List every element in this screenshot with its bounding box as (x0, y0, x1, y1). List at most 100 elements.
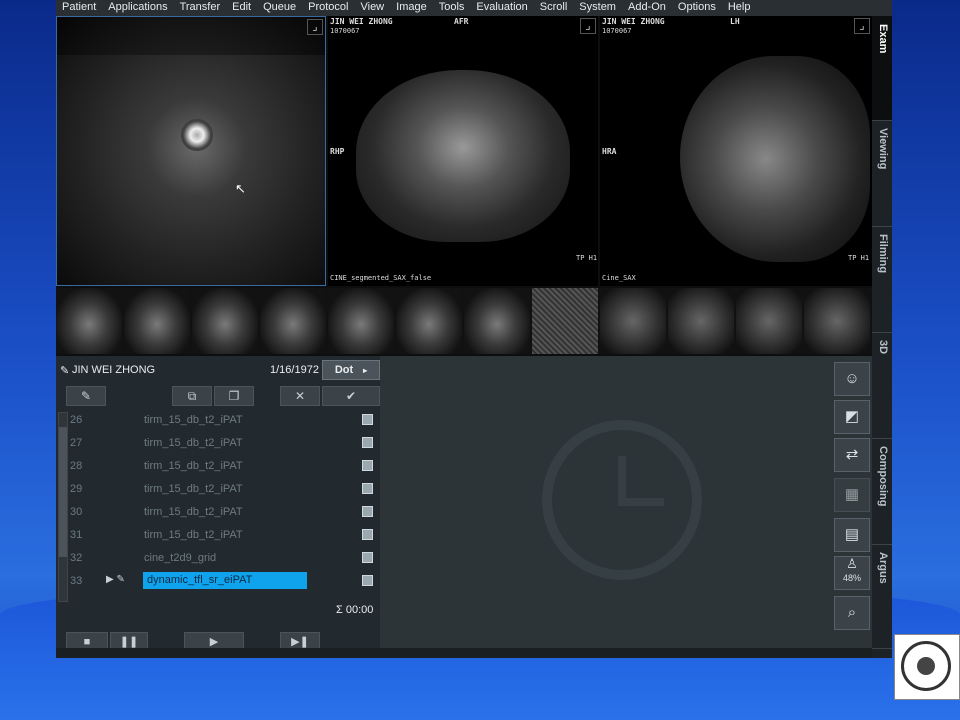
row-protocol-name: tirm_15_db_t2_iPAT (144, 506, 243, 518)
side-tabs: Exam Viewing Filming 3D Composing Argus (872, 16, 892, 658)
viewport-corner-button[interactable]: ⌟ (854, 18, 870, 34)
cancel-button[interactable]: ✕ (280, 386, 320, 406)
queue-row[interactable]: 30 tirm_15_db_t2_iPAT (70, 502, 373, 522)
menu-evaluation[interactable]: Evaluation (470, 0, 533, 16)
menu-queue[interactable]: Queue (257, 0, 302, 16)
grid-icon[interactable]: ▦ (834, 478, 870, 512)
queue-row[interactable]: 27 tirm_15_db_t2_iPAT (70, 433, 373, 453)
queue-row[interactable]: 29 tirm_15_db_t2_iPAT (70, 479, 373, 499)
percent-label: 48% (842, 573, 861, 583)
menu-view[interactable]: View (354, 0, 390, 16)
patient-id-label: 1070067 (330, 27, 360, 35)
viewport-corner-button[interactable]: ⌟ (580, 18, 596, 34)
row-number: 30 (70, 506, 83, 518)
exam-queue-panel: ✎ JIN WEI ZHONG 1/16/1972 Dot ▸ ✎ ⧉ ❐ ✕ ✔… (56, 356, 380, 658)
queue-row[interactable]: 26 tirm_15_db_t2_iPAT (70, 410, 373, 430)
thumbnail[interactable] (396, 288, 462, 354)
menu-patient[interactable]: Patient (56, 0, 102, 16)
mri-image-3 (680, 56, 870, 262)
thumbnail[interactable] (328, 288, 394, 354)
queue-row[interactable]: 31 tirm_15_db_t2_iPAT (70, 525, 373, 545)
sequence-label: Cine_SAX (602, 274, 636, 282)
viewport-1[interactable]: ⌟ ↖ (56, 16, 326, 286)
menu-protocol[interactable]: Protocol (302, 0, 354, 16)
row-status-icon (362, 414, 373, 425)
tab-exam[interactable]: Exam (872, 16, 892, 121)
thumbnail[interactable] (464, 288, 530, 354)
thumbnail[interactable] (600, 288, 666, 354)
menu-scroll[interactable]: Scroll (534, 0, 574, 16)
tab-argus[interactable]: Argus (872, 544, 892, 649)
thumbnail[interactable] (668, 288, 734, 354)
camera-icon[interactable]: ◩ (834, 400, 870, 434)
left-orientation-label: RHP (330, 147, 345, 156)
menu-image[interactable]: Image (390, 0, 433, 16)
patient-transfer-icon[interactable]: ⇄ (834, 438, 870, 472)
queue-scrollbar[interactable] (58, 412, 68, 602)
menu-tools[interactable]: Tools (433, 0, 471, 16)
tp-label: TP H1 (576, 254, 598, 262)
row-status-icon (362, 437, 373, 448)
thumbnail[interactable] (260, 288, 326, 354)
tab-viewing[interactable]: Viewing (872, 120, 892, 227)
pencil-icon: ✎ (60, 365, 70, 377)
apply-button[interactable]: ✔ (322, 386, 380, 406)
window-icon[interactable]: ▤ (834, 518, 870, 552)
menu-help[interactable]: Help (722, 0, 757, 16)
paste-button[interactable]: ❐ (214, 386, 254, 406)
thumbnail[interactable] (192, 288, 258, 354)
row-number: 26 (70, 414, 83, 426)
row-protocol-name[interactable]: dynamic_tfl_sr_eiPAT (143, 572, 307, 589)
thumbnail-strip (56, 288, 872, 354)
menu-applications[interactable]: Applications (102, 0, 173, 16)
row-protocol-name: tirm_15_db_t2_iPAT (144, 483, 243, 495)
zoom-icon[interactable]: ⌕ (834, 596, 870, 630)
menu-add-on[interactable]: Add-On (622, 0, 672, 16)
thumbnail[interactable] (736, 288, 802, 354)
tab-composing[interactable]: Composing (872, 438, 892, 545)
chevron-right-icon: ▸ (363, 366, 368, 375)
viewport-3[interactable]: JIN WEI ZHONG 1070067 LH HRA ⌟ Cine_SAX … (600, 16, 872, 286)
row-protocol-name: tirm_15_db_t2_iPAT (144, 460, 243, 472)
tab-filming[interactable]: Filming (872, 226, 892, 333)
tab-label: Viewing (877, 128, 889, 170)
row-number: 32 (70, 552, 83, 564)
status-bar (56, 648, 872, 658)
menu-options[interactable]: Options (672, 0, 722, 16)
queue-row-selected[interactable]: 33 ▶ ✎ dynamic_tfl_sr_eiPAT (70, 571, 373, 591)
image-viewports: ⌟ ↖ JIN WEI ZHONG 1070067 AFR RHP ⌟ CINE… (56, 16, 872, 286)
left-orientation-label: HRA (602, 147, 617, 156)
viewport-corner-button[interactable]: ⌟ (307, 19, 323, 35)
orientation-label: LH (730, 17, 740, 26)
queue-row[interactable]: 28 tirm_15_db_t2_iPAT (70, 456, 373, 476)
row-status-icon (362, 552, 373, 563)
tab-3d[interactable]: 3D (872, 332, 892, 439)
mri-console-window: Patient Applications Transfer Edit Queue… (56, 0, 892, 658)
edit-protocol-button[interactable]: ✎ (66, 386, 106, 406)
scrollbar-thumb[interactable] (59, 427, 67, 557)
tab-label: Argus (877, 552, 889, 584)
patient-table-icon[interactable]: ♙ 48% (834, 556, 870, 590)
thumbnail[interactable] (124, 288, 190, 354)
viewport-2[interactable]: JIN WEI ZHONG 1070067 AFR RHP ⌟ CINE_seg… (328, 16, 598, 286)
menu-transfer[interactable]: Transfer (174, 0, 227, 16)
sequence-label: CINE_segmented_SAX_false (330, 274, 432, 282)
dot-mode-button[interactable]: Dot ▸ (322, 360, 380, 380)
queue-total-time: Σ 00:00 (336, 604, 374, 616)
menu-system[interactable]: System (573, 0, 622, 16)
menu-bar: Patient Applications Transfer Edit Queue… (56, 0, 892, 16)
patient-id-label: 1070067 (602, 27, 632, 35)
head-coil-icon[interactable]: ☺ (834, 362, 870, 396)
menu-edit[interactable]: Edit (226, 0, 257, 16)
clock-icon (542, 420, 702, 580)
orientation-label: AFR (454, 17, 469, 26)
thumbnail[interactable] (56, 288, 122, 354)
copy-button[interactable]: ⧉ (172, 386, 212, 406)
thumbnail[interactable] (532, 288, 598, 354)
patient-name-label: JIN WEI ZHONG (330, 17, 393, 26)
row-status-icon (362, 460, 373, 471)
row-status-icon (362, 529, 373, 540)
thumbnail[interactable] (804, 288, 870, 354)
tab-label: Exam (877, 24, 889, 54)
queue-row[interactable]: 32 cine_t2d9_grid (70, 548, 373, 568)
